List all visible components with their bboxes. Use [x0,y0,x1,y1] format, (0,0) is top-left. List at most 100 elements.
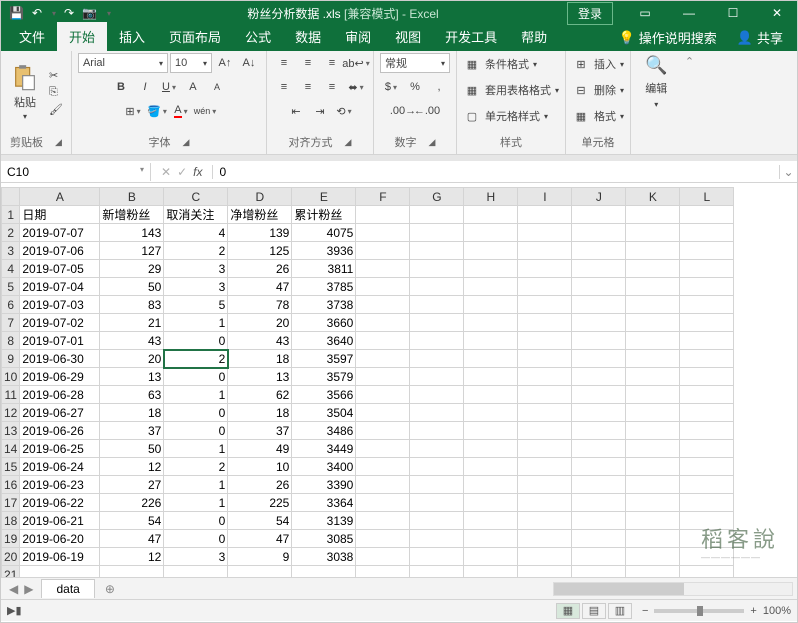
cell[interactable] [572,512,626,530]
cell[interactable]: 3449 [292,440,356,458]
row-header[interactable]: 13 [2,422,20,440]
cell[interactable] [518,206,572,224]
cell[interactable] [572,530,626,548]
cell[interactable]: 2019-06-26 [20,422,100,440]
decrease-indent-icon[interactable]: ⇤ [285,101,307,121]
cell[interactable] [680,566,734,578]
cell[interactable] [626,332,680,350]
camera-icon[interactable]: 📷 [82,6,97,20]
cell[interactable] [572,566,626,578]
cell[interactable] [680,440,734,458]
borders-icon[interactable]: ⊞ [122,101,144,121]
cell[interactable]: 13 [228,368,292,386]
name-box[interactable]: C10▾ [1,163,151,181]
cell[interactable] [518,494,572,512]
cell[interactable] [572,314,626,332]
cell[interactable]: 13 [100,368,164,386]
cell[interactable] [680,404,734,422]
cell[interactable] [518,332,572,350]
cell[interactable] [356,368,410,386]
row-header[interactable]: 3 [2,242,20,260]
cell[interactable] [626,260,680,278]
align-bottom-icon[interactable]: ≡ [321,53,343,73]
ribbon-options-icon[interactable]: ▭ [625,1,665,25]
sheet-nav-prev-icon[interactable]: ◀ [9,582,18,596]
cell[interactable] [410,314,464,332]
cell[interactable]: 2019-07-05 [20,260,100,278]
cell[interactable] [518,386,572,404]
cell-styles-button[interactable]: ▢单元格样式 ▾ [463,105,548,127]
cell[interactable]: 54 [100,512,164,530]
cell[interactable] [410,404,464,422]
cell[interactable]: 5 [164,296,228,314]
comma-icon[interactable]: , [428,77,450,97]
cell[interactable]: 226 [100,494,164,512]
number-launcher[interactable]: ◢ [429,137,436,148]
cell[interactable] [572,476,626,494]
cell[interactable] [464,422,518,440]
cell[interactable]: 3486 [292,422,356,440]
cell[interactable] [464,458,518,476]
cell[interactable]: 2019-06-25 [20,440,100,458]
cell[interactable]: 0 [164,422,228,440]
cell[interactable]: 3566 [292,386,356,404]
cell[interactable]: 2019-07-03 [20,296,100,314]
cell[interactable] [572,242,626,260]
cell[interactable] [626,512,680,530]
cell[interactable] [464,404,518,422]
cell[interactable] [518,224,572,242]
column-header[interactable]: I [518,188,572,206]
cell[interactable]: 3038 [292,548,356,566]
italic-icon[interactable]: I [134,77,156,97]
cell[interactable]: 1 [164,386,228,404]
cell[interactable]: 2019-06-21 [20,512,100,530]
cell[interactable] [20,566,100,578]
column-header[interactable]: D [228,188,292,206]
page-break-view-icon[interactable]: ▥ [608,603,632,619]
cell[interactable]: 2019-06-29 [20,368,100,386]
cell[interactable] [680,386,734,404]
cell[interactable] [464,548,518,566]
cell[interactable] [680,422,734,440]
cell[interactable]: 9 [228,548,292,566]
cell[interactable]: 18 [100,404,164,422]
cell[interactable] [626,278,680,296]
cell[interactable] [410,332,464,350]
cell[interactable] [464,242,518,260]
tell-me[interactable]: 💡操作说明搜索 [611,24,725,51]
font-color-icon[interactable]: A [170,101,192,121]
cell[interactable] [464,296,518,314]
column-header[interactable]: J [572,188,626,206]
row-header[interactable]: 14 [2,440,20,458]
cell[interactable]: 2 [164,350,228,368]
cell[interactable] [410,548,464,566]
cell[interactable] [464,494,518,512]
cell[interactable]: 43 [100,332,164,350]
cell[interactable]: 4 [164,224,228,242]
tab-view[interactable]: 视图 [383,22,433,51]
conditional-formatting-button[interactable]: ▦条件格式 ▾ [463,53,537,75]
cell[interactable]: 3 [164,548,228,566]
cell[interactable]: 3579 [292,368,356,386]
cell[interactable] [356,296,410,314]
cell[interactable] [410,512,464,530]
cell[interactable]: 47 [100,530,164,548]
cell[interactable]: 3139 [292,512,356,530]
zoom-out-icon[interactable]: − [642,605,648,617]
cell[interactable] [518,296,572,314]
wrap-text-icon[interactable]: ab↩ [345,53,367,73]
format-painter-icon[interactable]: 🖌 [49,103,63,116]
percent-icon[interactable]: % [404,77,426,97]
copy-icon[interactable]: ⎘ [49,86,63,99]
cell[interactable]: 2019-06-27 [20,404,100,422]
decrease-font-icon[interactable]: A↓ [238,53,260,73]
cell[interactable] [680,476,734,494]
cell[interactable] [626,530,680,548]
column-header[interactable]: A [20,188,100,206]
cell[interactable] [572,368,626,386]
increase-indent-icon[interactable]: ⇥ [309,101,331,121]
normal-view-icon[interactable]: ▦ [556,603,580,619]
cell[interactable]: 净增粉丝 [228,206,292,224]
column-header[interactable]: B [100,188,164,206]
cell[interactable] [572,224,626,242]
